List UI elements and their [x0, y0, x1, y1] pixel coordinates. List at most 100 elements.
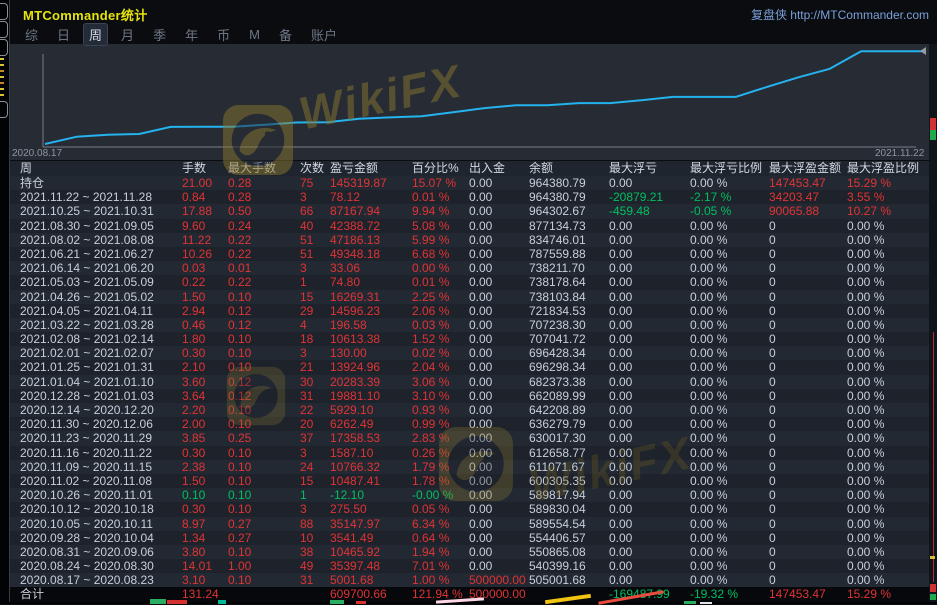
table-cell: 0.00 % [847, 233, 929, 247]
table-cell: 0.00 [609, 275, 690, 289]
table-cell: 0 [769, 517, 847, 531]
table-cell: 2021.02.08 ~ 2021.02.14 [20, 332, 182, 346]
table-row[interactable]: 2021.03.22 ~ 2021.03.280.460.124196.580.… [9, 318, 929, 332]
table-row[interactable]: 2020.08.31 ~ 2020.09.063.800.103810465.9… [9, 545, 929, 559]
menu-item-币[interactable]: 币 [211, 23, 236, 46]
stats-table: 周手数最大手数次数盈亏金额百分比%出入金余额最大浮亏最大浮亏比例最大浮盈金额最大… [9, 161, 929, 602]
table-row[interactable]: 2021.02.01 ~ 2021.02.070.300.103130.000.… [9, 346, 929, 360]
table-row[interactable]: 2020.10.05 ~ 2020.10.118.970.278835147.9… [9, 517, 929, 531]
table-row[interactable]: 2021.11.22 ~ 2021.11.280.840.28378.120.0… [9, 190, 929, 204]
table-row[interactable]: 2020.11.16 ~ 2020.11.220.300.1031587.100… [9, 446, 929, 460]
table-cell: 2020.08.31 ~ 2020.09.06 [20, 545, 182, 559]
table-cell: 0.00 % [690, 389, 769, 403]
table-row[interactable]: 2021.06.21 ~ 2021.06.2710.260.225149348.… [9, 247, 929, 261]
table-cell: 0.00 % [847, 332, 929, 346]
table-cell: 0 [769, 304, 847, 318]
table-cell: 15 [300, 474, 330, 488]
table-cell: 2021.08.30 ~ 2021.09.05 [20, 219, 182, 233]
table-row[interactable]: 2021.01.25 ~ 2021.01.312.100.102113924.9… [9, 360, 929, 374]
table-row[interactable]: 2021.08.02 ~ 2021.08.0811.220.225147186.… [9, 233, 929, 247]
table-cell: 2021.08.02 ~ 2021.08.08 [20, 233, 182, 247]
table-row[interactable]: 2021.06.14 ~ 2021.06.200.030.01333.060.0… [9, 261, 929, 275]
menu-item-备[interactable]: 备 [273, 23, 298, 46]
menu-item-M[interactable]: M [243, 25, 266, 44]
table-cell: 0.26 % [412, 446, 469, 460]
table-cell: 707041.72 [529, 332, 609, 346]
table-row[interactable]: 2020.08.24 ~ 2020.08.3014.011.004935397.… [9, 559, 929, 573]
table-cell: 40 [300, 219, 330, 233]
table-cell: 6262.49 [330, 417, 412, 431]
scroll-left-arrow-icon[interactable] [920, 47, 926, 55]
table-cell: 90065.88 [769, 204, 847, 218]
table-row[interactable]: 2020.08.17 ~ 2020.08.233.100.10315001.68… [9, 573, 929, 587]
table-row[interactable]: 2021.10.25 ~ 2021.10.3117.880.506687167.… [9, 204, 929, 218]
table-cell: 0.30 [182, 446, 228, 460]
table-row[interactable]: 2021.04.26 ~ 2021.05.021.500.101516269.3… [9, 290, 929, 304]
table-row[interactable]: 2021.01.04 ~ 2021.01.103.600.123020283.3… [9, 375, 929, 389]
menu-item-季[interactable]: 季 [147, 23, 172, 46]
table-row[interactable]: 2021.05.03 ~ 2021.05.090.220.22174.800.0… [9, 275, 929, 289]
table-cell: 0.00 [469, 360, 529, 374]
toolbar-button-outline [0, 39, 8, 56]
background-artifact [0, 76, 4, 78]
table-cell: 0.46 [182, 318, 228, 332]
table-row[interactable]: 2020.09.28 ~ 2020.10.041.340.27103541.49… [9, 531, 929, 545]
table-cell: 2.94 [182, 304, 228, 318]
table-cell: 0.00 [609, 488, 690, 502]
table-cell: 1.50 [182, 474, 228, 488]
table-row[interactable]: 2020.11.23 ~ 2020.11.293.850.253717358.5… [9, 431, 929, 445]
table-row[interactable]: 2020.11.30 ~ 2020.12.062.000.10206262.49… [9, 417, 929, 431]
table-cell: 0.22 [228, 247, 300, 261]
table-cell: 0 [769, 446, 847, 460]
equity-chart: 2020.08.17 2021.11.22 [9, 44, 929, 160]
table-row[interactable]: 持仓21.000.2875145319.8715.07 %0.00964380.… [9, 176, 929, 190]
table-cell: 2020.11.09 ~ 2020.11.15 [20, 460, 182, 474]
table-cell: 612658.77 [529, 446, 609, 460]
table-cell: 20283.39 [330, 375, 412, 389]
column-header-5: 百分比% [412, 161, 469, 176]
table-cell: 500000.00 [469, 573, 529, 587]
table-row[interactable]: 2020.12.14 ~ 2020.12.202.200.10225929.10… [9, 403, 929, 417]
column-header-7: 余额 [529, 161, 609, 176]
table-cell: 0.00 % [847, 346, 929, 360]
table-cell: 2020.10.05 ~ 2020.10.11 [20, 517, 182, 531]
table-cell: 0.05 % [412, 502, 469, 516]
table-cell: 0.00 [469, 190, 529, 204]
table-row[interactable]: 2020.11.02 ~ 2020.11.081.500.101510487.4… [9, 474, 929, 488]
table-cell: 3541.49 [330, 531, 412, 545]
table-row[interactable]: 2021.02.08 ~ 2021.02.141.800.101810613.3… [9, 332, 929, 346]
menu-item-年[interactable]: 年 [179, 23, 204, 46]
table-cell: 0.00 % [847, 318, 929, 332]
table-cell: 0 [769, 431, 847, 445]
table-row[interactable]: 2021.04.05 ~ 2021.04.112.940.122914596.2… [9, 304, 929, 318]
site-link[interactable]: 复盘侠 http://MTCommander.com [751, 6, 929, 23]
table-cell: 738211.70 [529, 261, 609, 275]
menu-item-综[interactable]: 综 [19, 23, 44, 46]
table-cell: 0.00 % [847, 431, 929, 445]
table-cell: 0.00 % [690, 517, 769, 531]
table-row[interactable]: 2020.10.26 ~ 2020.11.010.100.101-12.10-0… [9, 488, 929, 502]
table-cell: 0.50 [228, 204, 300, 218]
table-cell: 0.00 % [690, 460, 769, 474]
table-cell: 2021.01.04 ~ 2021.01.10 [20, 375, 182, 389]
table-cell: 6.34 % [412, 517, 469, 531]
table-cell: 0.00 [469, 431, 529, 445]
table-row[interactable]: 2021.08.30 ~ 2021.09.059.600.244042388.7… [9, 219, 929, 233]
table-cell: 0.25 [228, 431, 300, 445]
table-cell: 1.52 % [412, 332, 469, 346]
table-cell: 0.00 % [847, 290, 929, 304]
table-cell: 0.00 % [690, 275, 769, 289]
table-cell: 0.00 % [847, 261, 929, 275]
table-cell: 0.00 % [847, 304, 929, 318]
menu-item-账户[interactable]: 账户 [305, 23, 343, 46]
menu-item-周[interactable]: 周 [83, 23, 108, 46]
background-artifact [0, 82, 4, 84]
table-cell: 3 [300, 190, 330, 204]
table-row[interactable]: 2020.10.12 ~ 2020.10.180.300.103275.500.… [9, 502, 929, 516]
table-cell: 0 [769, 332, 847, 346]
menu-item-日[interactable]: 日 [51, 23, 76, 46]
menu-item-月[interactable]: 月 [115, 23, 140, 46]
table-cell: 147453.47 [769, 587, 847, 601]
table-row[interactable]: 2020.12.28 ~ 2021.01.033.640.123119881.1… [9, 389, 929, 403]
table-row[interactable]: 2020.11.09 ~ 2020.11.152.380.102410766.3… [9, 460, 929, 474]
